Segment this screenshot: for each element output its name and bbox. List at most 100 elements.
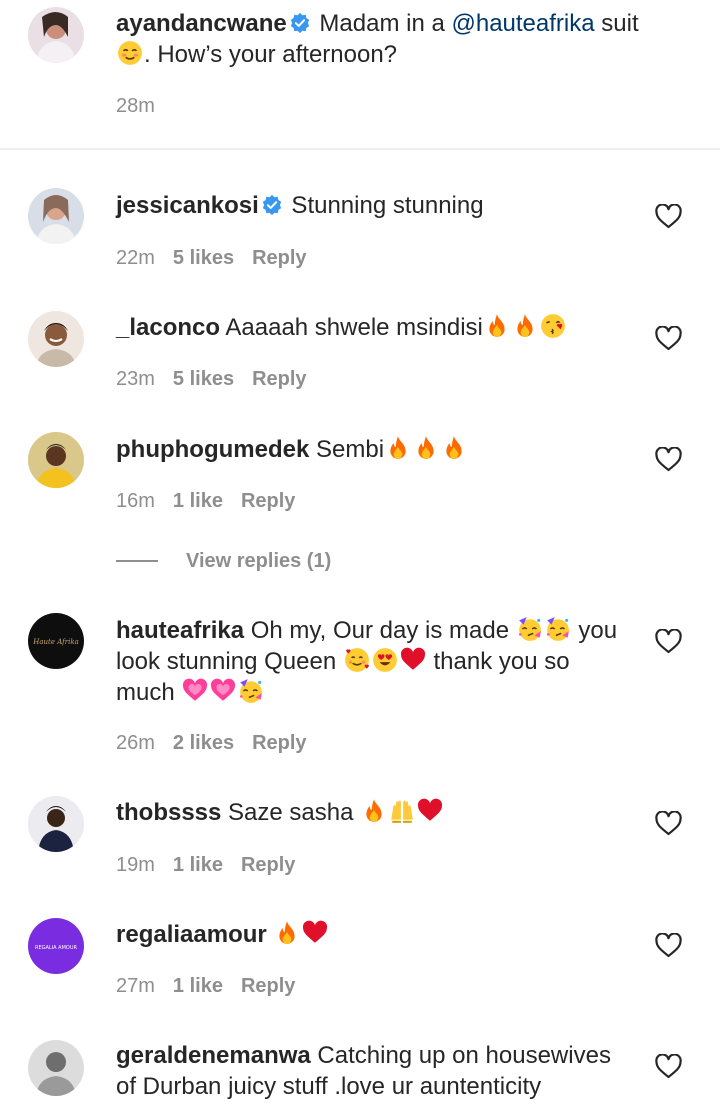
comment-username[interactable]: thobssss <box>116 799 221 826</box>
comment-body: Aaaaah shwele msindisi <box>220 314 483 341</box>
comment-meta: 26m 2 likes Reply <box>116 732 325 755</box>
avatar[interactable] <box>28 188 84 244</box>
fire-emoji <box>274 920 300 946</box>
verified-badge-icon <box>289 12 311 34</box>
reply-button[interactable]: Reply <box>241 490 295 512</box>
avatar[interactable]: Haute Afrika <box>28 613 84 669</box>
reply-button[interactable]: Reply <box>252 732 306 754</box>
heart-outline-icon[interactable] <box>655 811 682 836</box>
verified-badge-icon <box>261 194 283 216</box>
comment-username[interactable]: phuphogumedek <box>116 436 309 463</box>
avatar[interactable] <box>28 432 84 488</box>
likes-count[interactable]: 1 like <box>173 490 223 512</box>
smiling-face-emoji <box>117 40 143 66</box>
likes-count[interactable]: 1 like <box>173 854 223 876</box>
heart-outline-icon[interactable] <box>655 1054 682 1079</box>
view-replies-button[interactable]: View replies (1) <box>116 546 331 576</box>
comment-body: look stunning Queen <box>116 648 343 675</box>
likes-count[interactable]: 5 likes <box>173 247 234 269</box>
heart-outline-icon[interactable] <box>655 629 682 654</box>
comment-body: Stunning stunning <box>284 192 484 219</box>
reply-button[interactable]: Reply <box>241 854 295 876</box>
comment-body: you <box>571 617 618 644</box>
timestamp: 19m <box>116 854 155 876</box>
timestamp: 28m <box>116 95 155 117</box>
fire-emoji <box>361 798 387 824</box>
growing-heart-emoji <box>210 678 236 704</box>
avatar[interactable] <box>28 1040 84 1096</box>
avatar[interactable] <box>28 311 84 367</box>
fire-emoji <box>413 435 439 461</box>
likes-count[interactable]: 5 likes <box>173 368 234 390</box>
kissing-face-emoji <box>540 313 566 339</box>
comment-username[interactable]: hauteafrika <box>116 617 244 644</box>
replies-divider-line <box>116 560 158 562</box>
comment-meta: 22m 5 likes Reply <box>116 247 325 270</box>
comment-body <box>267 921 274 948</box>
caption-username[interactable]: ayandancwane <box>116 10 287 37</box>
post-caption: ayandancwane Madam in a @hauteafrika sui… <box>0 0 720 148</box>
comment-text: thobssss Saze sasha <box>116 797 646 828</box>
reply-button[interactable]: Reply <box>241 975 295 997</box>
heart-outline-icon[interactable] <box>655 933 682 958</box>
fire-emoji <box>441 435 467 461</box>
caption-text: ayandancwane Madam in a @hauteafrika sui… <box>116 8 646 70</box>
raised-hands-emoji <box>389 798 415 824</box>
comment-meta: 23m 5 likes Reply <box>116 368 325 391</box>
comment-text: _laconco Aaaaah shwele msindisi <box>116 312 646 343</box>
red-heart-emoji <box>417 798 443 824</box>
comment-text: regaliaamour <box>116 919 646 950</box>
heart-eyes-emoji <box>372 647 398 673</box>
likes-count[interactable]: 2 likes <box>173 732 234 754</box>
divider <box>0 148 720 150</box>
comment-username[interactable]: regaliaamour <box>116 921 267 948</box>
comment-text: geraldenemanwa Catching up on housewives… <box>116 1040 646 1102</box>
fire-emoji <box>484 313 510 339</box>
timestamp: 23m <box>116 368 155 390</box>
smiling-face-with-hearts-emoji <box>344 647 370 673</box>
partying-face-emoji <box>545 616 571 642</box>
avatar[interactable]: REGALIA AMOUR <box>28 918 84 974</box>
comment-body: of Durban juicy stuff .love ur auntentic… <box>116 1073 542 1100</box>
mention-link[interactable]: @hauteafrika <box>451 10 594 37</box>
comment-meta: 16m 1 like Reply <box>116 490 313 513</box>
fire-emoji <box>512 313 538 339</box>
comment-text: phuphogumedek Sembi <box>116 434 646 465</box>
growing-heart-emoji <box>182 678 208 704</box>
avatar[interactable] <box>28 7 84 63</box>
timestamp: 27m <box>116 975 155 997</box>
reply-button[interactable]: Reply <box>252 368 306 390</box>
caption-meta: 28m <box>116 95 173 118</box>
heart-outline-icon[interactable] <box>655 204 682 229</box>
partying-face-emoji <box>517 616 543 642</box>
comment-username[interactable]: _laconco <box>116 314 220 341</box>
timestamp: 26m <box>116 732 155 754</box>
comment-text: hauteafrika Oh my, Our day is made you l… <box>116 615 646 708</box>
comment-body: much <box>116 679 182 706</box>
partying-face-emoji <box>238 678 264 704</box>
caption-text-part: Madam in a <box>312 10 452 37</box>
comment-body: Sembi <box>309 436 385 463</box>
hauteafrika-logo-text: Haute Afrika <box>32 638 79 646</box>
likes-count[interactable]: 1 like <box>173 975 223 997</box>
comment-username[interactable]: geraldenemanwa <box>116 1042 311 1069</box>
avatar[interactable] <box>28 796 84 852</box>
timestamp: 22m <box>116 247 155 269</box>
comment-body: Saze sasha <box>221 799 361 826</box>
comment-body: Catching up on housewives <box>310 1042 611 1069</box>
reply-button[interactable]: Reply <box>252 247 306 269</box>
comment-meta: 27m 1 like Reply <box>116 975 313 998</box>
comment-username[interactable]: jessicankosi <box>116 192 259 219</box>
caption-text-part: . How’s your afternoon? <box>144 41 398 68</box>
comment-body: Oh my, Our day is made <box>244 617 516 644</box>
red-heart-emoji <box>400 647 426 673</box>
timestamp: 16m <box>116 490 155 512</box>
comment-meta: 19m 1 like Reply <box>116 854 313 877</box>
regaliaamour-logo-text: REGALIA AMOUR <box>35 945 78 951</box>
red-heart-emoji <box>302 920 328 946</box>
comment-body: thank you so <box>426 648 570 675</box>
view-replies-label[interactable]: View replies (1) <box>186 550 331 573</box>
heart-outline-icon[interactable] <box>655 447 682 472</box>
fire-emoji <box>385 435 411 461</box>
heart-outline-icon[interactable] <box>655 326 682 351</box>
